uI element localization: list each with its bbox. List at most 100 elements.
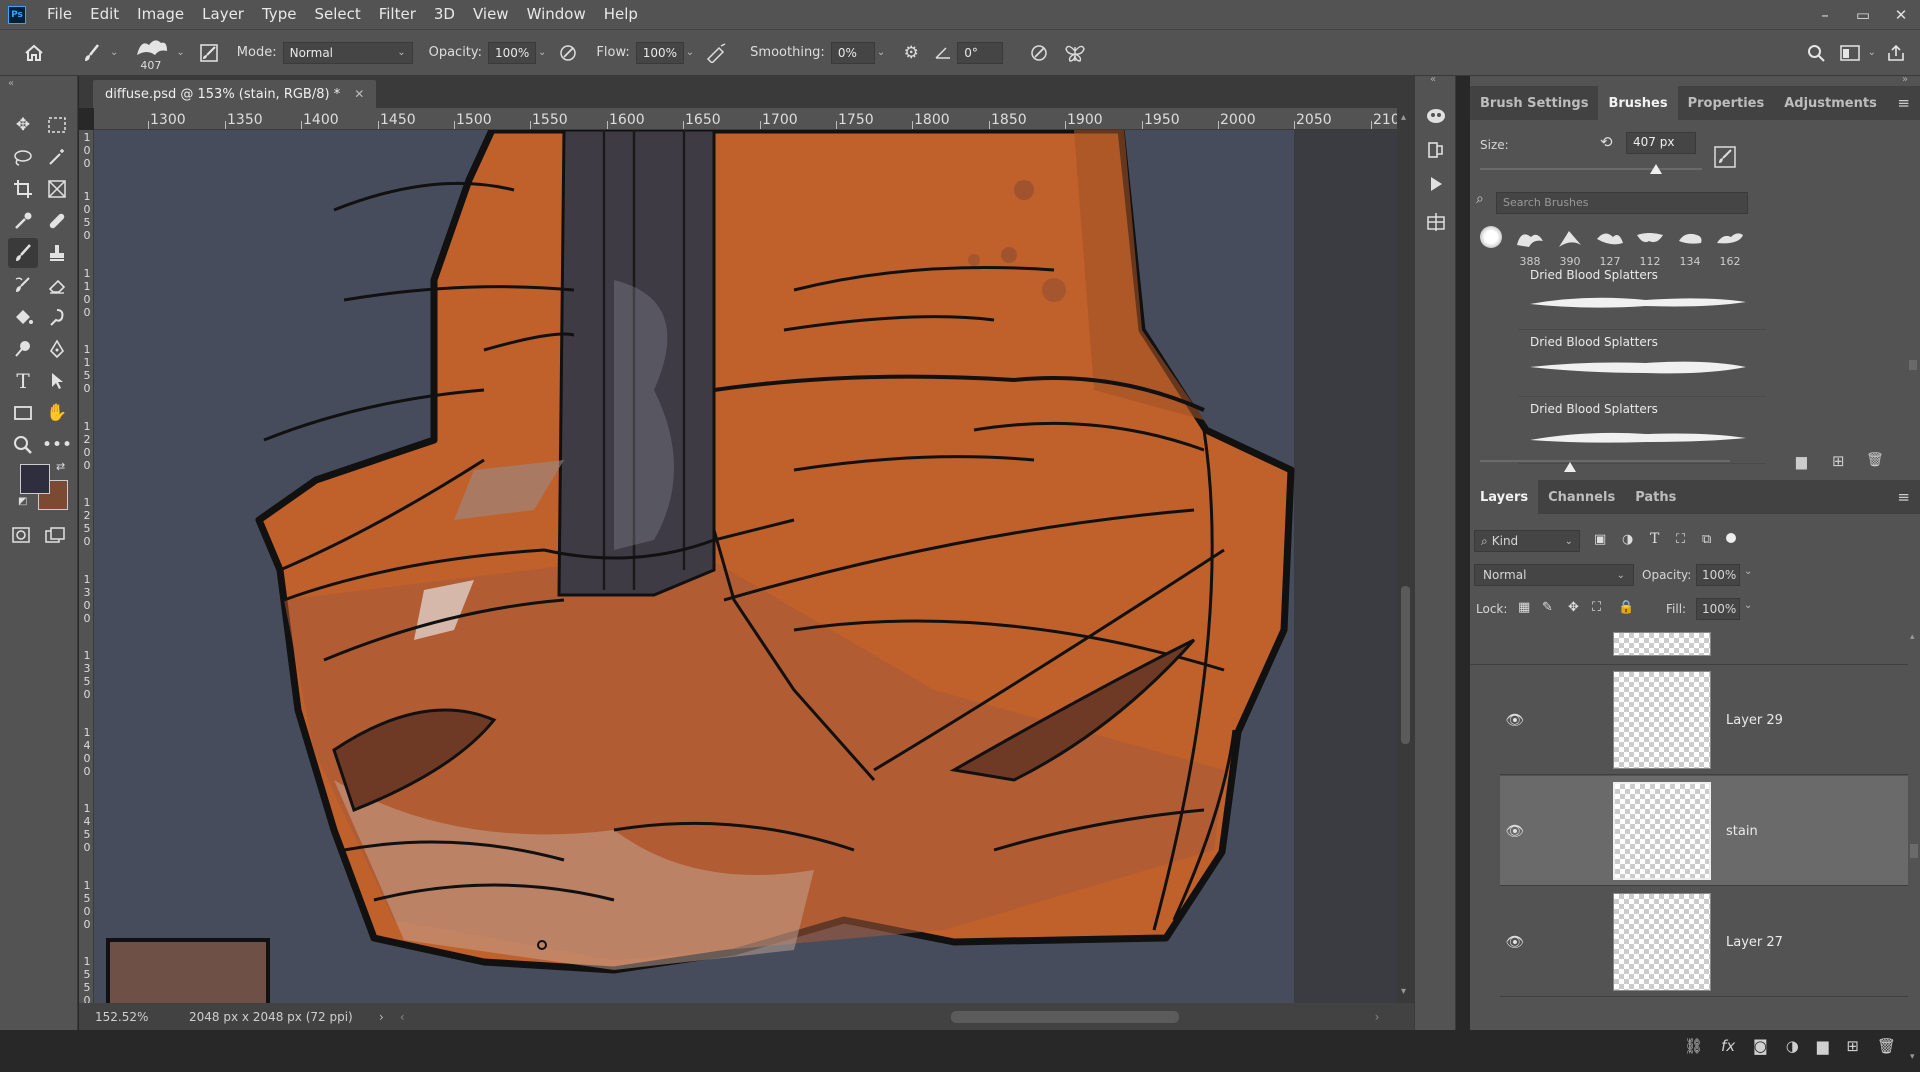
scroll-left-icon[interactable]: ‹ bbox=[400, 1010, 405, 1024]
visibility-eye-icon[interactable]: 👁 bbox=[1500, 776, 1530, 886]
screen-mode-icon[interactable] bbox=[40, 520, 70, 550]
pen-tool-icon[interactable] bbox=[42, 334, 72, 364]
marquee-tool-icon[interactable] bbox=[42, 110, 72, 140]
brush-tool-preset-icon[interactable] bbox=[78, 39, 106, 67]
more-tools-icon[interactable]: ••• bbox=[42, 430, 72, 460]
panel-menu-icon[interactable]: ≡ bbox=[1897, 488, 1910, 506]
scroll-thumb[interactable] bbox=[1910, 844, 1918, 858]
artwork[interactable] bbox=[94, 130, 1397, 1003]
layers-scrollbar[interactable]: ▴ ▾ bbox=[1908, 632, 1920, 1072]
brush-tool-icon[interactable] bbox=[8, 238, 38, 268]
menu-edit[interactable]: Edit bbox=[81, 0, 128, 29]
size-slider-track[interactable] bbox=[1480, 168, 1702, 170]
filter-smart-object-icon[interactable]: ⧉ bbox=[1702, 532, 1711, 547]
document-canvas[interactable] bbox=[94, 130, 1397, 1003]
path-selection-tool-icon[interactable] bbox=[42, 366, 72, 396]
chevron-down-icon[interactable]: ⌄ bbox=[1744, 600, 1752, 611]
new-layer-icon[interactable]: ⊞ bbox=[1846, 1037, 1859, 1055]
close-window-button[interactable]: ✕ bbox=[1882, 6, 1920, 24]
scroll-right-icon[interactable]: › bbox=[1375, 1010, 1380, 1024]
chevron-down-icon[interactable]: ⌄ bbox=[1868, 47, 1876, 58]
tab-properties[interactable]: Properties bbox=[1678, 86, 1775, 120]
smudge-tool-icon[interactable] bbox=[42, 302, 72, 332]
menu-select[interactable]: Select bbox=[305, 0, 369, 29]
filter-type-icon[interactable]: T bbox=[1650, 531, 1659, 547]
chevron-down-icon[interactable]: ⌄ bbox=[176, 47, 184, 58]
crop-tool-icon[interactable] bbox=[8, 174, 38, 204]
history-brush-tool-icon[interactable] bbox=[8, 270, 38, 300]
tab-layers[interactable]: Layers bbox=[1470, 480, 1539, 514]
dodge-tool-icon[interactable] bbox=[8, 334, 38, 364]
chevron-down-icon[interactable]: ⌄ bbox=[110, 47, 118, 58]
tab-adjustments[interactable]: Adjustments bbox=[1774, 86, 1887, 120]
mode-select[interactable]: Normal ⌄ bbox=[282, 41, 413, 64]
delete-brush-icon[interactable]: 🗑 bbox=[1866, 452, 1884, 468]
menu-filter[interactable]: Filter bbox=[370, 0, 425, 29]
chevron-down-icon[interactable]: ⌄ bbox=[877, 47, 885, 58]
brush-preset[interactable]: 388 bbox=[1510, 220, 1550, 268]
layer-row[interactable]: 👁 Layer 29 bbox=[1500, 665, 1908, 775]
lasso-tool-icon[interactable] bbox=[8, 142, 38, 172]
menu-file[interactable]: File bbox=[38, 0, 81, 29]
rectangle-tool-icon[interactable] bbox=[8, 398, 38, 428]
scroll-up-icon[interactable]: ▴ bbox=[1401, 112, 1406, 123]
flow-input[interactable]: 100% bbox=[635, 41, 684, 64]
filter-adjustment-icon[interactable]: ◑ bbox=[1622, 532, 1633, 547]
foreground-color-swatch[interactable] bbox=[20, 464, 50, 494]
layer-name[interactable]: Layer 27 bbox=[1726, 887, 1783, 997]
brush-preset[interactable]: 390 bbox=[1550, 220, 1590, 268]
chevron-down-icon[interactable]: ⌄ bbox=[1744, 566, 1752, 577]
layer-opacity-input[interactable]: 100% bbox=[1696, 564, 1740, 586]
share-icon[interactable] bbox=[1882, 39, 1910, 67]
new-group-icon[interactable]: ▆ bbox=[1817, 1037, 1829, 1055]
collapse-dock-chevron-icon[interactable]: » bbox=[1902, 74, 1908, 85]
scroll-thumb[interactable] bbox=[1909, 360, 1917, 370]
close-tab-icon[interactable]: ✕ bbox=[354, 87, 364, 101]
layer-name[interactable]: Layer 29 bbox=[1726, 665, 1783, 775]
pressure-size-icon[interactable] bbox=[1025, 39, 1053, 67]
lock-image-pixels-icon[interactable]: ✎ bbox=[1542, 600, 1553, 615]
lock-all-icon[interactable]: 🔒 bbox=[1618, 600, 1634, 615]
move-tool-icon[interactable]: ✥ bbox=[8, 110, 38, 140]
home-icon[interactable] bbox=[20, 39, 48, 67]
new-brush-icon[interactable]: ⊞ bbox=[1832, 452, 1845, 470]
brush-settings-toggle-icon[interactable] bbox=[195, 39, 223, 67]
menu-window[interactable]: Window bbox=[518, 0, 595, 29]
menu-3d[interactable]: 3D bbox=[425, 0, 464, 29]
scroll-down-icon[interactable]: ▾ bbox=[1401, 986, 1406, 997]
smoothing-input[interactable]: 0% bbox=[830, 41, 875, 64]
link-layers-icon[interactable]: ⛓ bbox=[1684, 1037, 1703, 1055]
scroll-up-icon[interactable]: ▴ bbox=[1910, 632, 1915, 642]
chevron-down-icon[interactable]: ⌄ bbox=[686, 47, 694, 58]
type-tool-icon[interactable]: T bbox=[8, 366, 38, 396]
brush-list-item[interactable]: Dried Blood Splatters bbox=[1518, 398, 1766, 464]
menu-image[interactable]: Image bbox=[128, 0, 193, 29]
visibility-eye-icon[interactable]: 👁 bbox=[1500, 665, 1530, 775]
brush-preset[interactable]: 162 bbox=[1710, 220, 1750, 268]
layer-fill-input[interactable]: 100% bbox=[1696, 598, 1740, 620]
menu-layer[interactable]: Layer bbox=[193, 0, 253, 29]
actions-play-icon[interactable] bbox=[1422, 170, 1450, 198]
create-brush-icon[interactable] bbox=[1714, 146, 1740, 168]
new-adjustment-layer-icon[interactable]: ◑ bbox=[1786, 1037, 1799, 1055]
panel-menu-icon[interactable]: ≡ bbox=[1897, 94, 1910, 112]
properties-panel-icon[interactable] bbox=[1422, 208, 1450, 236]
layer-row[interactable]: 👁 Layer 27 bbox=[1500, 887, 1908, 997]
opacity-input[interactable]: 100% bbox=[488, 41, 537, 64]
airbrush-icon[interactable] bbox=[702, 39, 730, 67]
filter-shape-icon[interactable]: ⛶ bbox=[1676, 532, 1685, 547]
add-mask-icon[interactable]: ◙ bbox=[1753, 1037, 1768, 1055]
frame-tool-icon[interactable] bbox=[42, 174, 72, 204]
swap-colors-icon[interactable]: ⇄ bbox=[56, 460, 65, 473]
brush-angle-input[interactable]: 0° bbox=[957, 41, 1004, 64]
search-icon[interactable] bbox=[1802, 39, 1830, 67]
reset-size-icon[interactable]: ⟲ bbox=[1600, 133, 1613, 151]
delete-layer-icon[interactable]: 🗑 bbox=[1877, 1037, 1896, 1055]
minimize-button[interactable]: – bbox=[1806, 6, 1844, 24]
smoothing-options-gear-icon[interactable]: ⚙ bbox=[897, 39, 925, 67]
layer-style-fx-icon[interactable]: fx bbox=[1721, 1037, 1735, 1055]
layer-row[interactable]: 👁 stain bbox=[1500, 776, 1908, 886]
lock-position-icon[interactable]: ✥ bbox=[1568, 600, 1579, 615]
collapse-chevron-icon[interactable]: « bbox=[8, 78, 14, 89]
zoom-tool-icon[interactable] bbox=[8, 430, 38, 460]
